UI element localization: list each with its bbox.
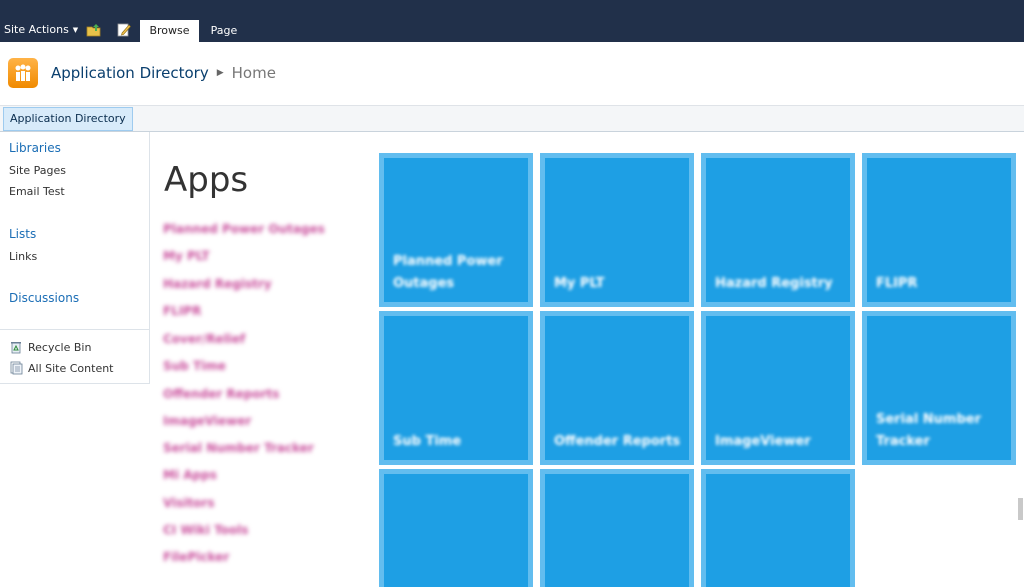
app-link[interactable]: Visitors (163, 496, 215, 510)
app-tile-label: Hazard Registry (715, 276, 833, 291)
quicklaunch-heading-libraries[interactable]: Libraries (9, 141, 61, 155)
top-navigation: Application Directory (0, 106, 1024, 132)
page-title: Home (231, 64, 276, 82)
quicklaunch-heading-lists[interactable]: Lists (9, 227, 36, 241)
app-link[interactable]: ImageViewer (163, 414, 251, 428)
app-tile[interactable] (701, 469, 855, 587)
recycle-bin-link[interactable]: Recycle Bin (9, 340, 91, 354)
quicklaunch-item-links[interactable]: Links (9, 250, 37, 263)
app-tile[interactable]: Sub Time (379, 311, 533, 465)
apps-heading: Apps (164, 160, 249, 200)
tab-browse[interactable]: Browse (140, 20, 199, 42)
app-tile[interactable]: FLIPR (862, 153, 1016, 307)
app-tile[interactable]: ImageViewer (701, 311, 855, 465)
breadcrumb-site-link[interactable]: Application Directory (51, 64, 209, 82)
site-actions-menu[interactable]: Site Actions ▼ (4, 23, 78, 36)
chevron-down-icon: ▼ (72, 25, 79, 34)
breadcrumb: Application Directory ▶ Home (51, 64, 276, 82)
app-tile[interactable] (379, 469, 533, 587)
app-link[interactable]: Offender Reports (163, 387, 279, 401)
title-area: Application Directory ▶ Home (0, 42, 1024, 106)
recycle-bin-label: Recycle Bin (28, 340, 92, 354)
app-tile[interactable]: Planned Power Outages (379, 153, 533, 307)
app-tile[interactable]: My PLT (540, 153, 694, 307)
quicklaunch-heading-discussions[interactable]: Discussions (9, 291, 79, 305)
app-tile[interactable]: Hazard Registry (701, 153, 855, 307)
tab-page[interactable]: Page (203, 20, 245, 42)
site-logo-icon[interactable] (8, 58, 38, 88)
edit-page-icon[interactable] (116, 22, 132, 38)
app-tile[interactable] (540, 469, 694, 587)
app-link[interactable]: FilePicker (163, 550, 229, 564)
all-site-content-label: All Site Content (28, 361, 114, 375)
quicklaunch-divider (0, 329, 150, 330)
navigate-up-icon[interactable] (86, 22, 102, 38)
app-link[interactable]: Mi Apps (163, 468, 217, 482)
app-tile-label: Serial Number Tracker (876, 412, 982, 449)
app-tile-label: Offender Reports (554, 434, 681, 449)
app-tile-label: Planned Power Outages (393, 254, 503, 291)
quicklaunch-item-site-pages[interactable]: Site Pages (9, 164, 66, 177)
site-content-icon (10, 361, 23, 375)
all-site-content-link[interactable]: All Site Content (9, 361, 114, 375)
app-link[interactable]: Cover/Relief (163, 332, 245, 346)
breadcrumb-separator-icon: ▶ (216, 68, 224, 78)
app-tile[interactable]: Offender Reports (540, 311, 694, 465)
scrollbar-fragment[interactable] (1018, 498, 1023, 520)
ribbon-bar: Site Actions ▼ Browse Page (0, 0, 1024, 42)
app-link[interactable]: Planned Power Outages (163, 222, 325, 236)
app-tile-label: My PLT (554, 276, 605, 291)
app-link[interactable]: My PLT (163, 249, 210, 263)
app-link[interactable]: Hazard Registry (163, 277, 272, 291)
site-actions-label: Site Actions (4, 23, 69, 36)
app-tile-label: ImageViewer (715, 434, 811, 449)
app-tile[interactable]: Serial Number Tracker (862, 311, 1016, 465)
quicklaunch-item-email-test[interactable]: Email Test (9, 185, 65, 198)
app-link[interactable]: FLIPR (163, 304, 201, 318)
app-link[interactable]: Sub Time (163, 359, 226, 373)
app-link[interactable]: Serial Number Tracker (163, 441, 314, 455)
app-link[interactable]: CI Wiki Tools (163, 523, 248, 537)
topnav-item-application-directory[interactable]: Application Directory (3, 107, 133, 131)
app-tile-label: Sub Time (393, 434, 462, 449)
recycle-bin-icon (11, 342, 21, 354)
app-tile-label: FLIPR (876, 276, 918, 291)
quick-launch: Libraries Site Pages Email Test Lists Li… (0, 132, 150, 384)
